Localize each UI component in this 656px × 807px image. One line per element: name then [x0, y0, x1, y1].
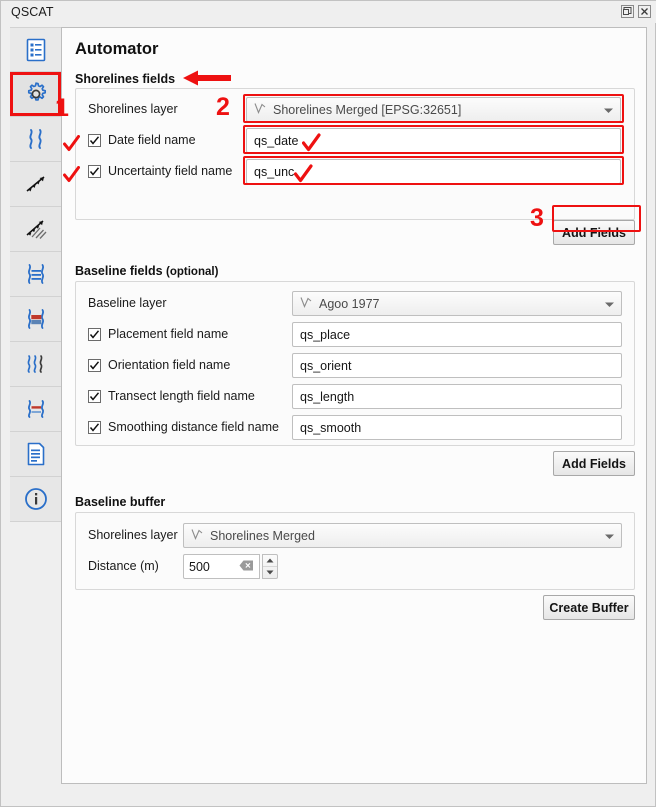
summary-report-icon [25, 442, 47, 466]
baseline-buffer-heading: Baseline buffer [75, 495, 166, 509]
line-layer-icon [299, 295, 313, 312]
baseline-fields-heading-optional: (optional) [166, 266, 219, 278]
buffer-shorelines-layer-row: Shorelines layer [88, 524, 178, 546]
placement-field-checkbox[interactable] [88, 327, 101, 341]
document-list-icon [25, 38, 47, 62]
line-layer-icon [190, 527, 204, 544]
shorelines-layer-row: Shorelines layer [88, 98, 178, 120]
gear-icon [23, 81, 49, 107]
sidebar-item-shorelines[interactable] [10, 117, 61, 162]
baseline-add-fields-button[interactable]: Add Fields [553, 451, 635, 476]
transect-length-field-input[interactable]: qs_length [292, 384, 622, 409]
line-layer-icon [253, 101, 267, 118]
orientation-field-input[interactable]: qs_orient [292, 353, 622, 378]
transects-icon [23, 217, 49, 241]
date-field-row: Date field name [88, 129, 196, 151]
panel-titlebar: QSCAT [1, 1, 656, 23]
baseline-fields-heading-text: Baseline fields [75, 264, 163, 278]
date-field-input[interactable]: qs_date [246, 128, 621, 153]
transect-length-field-label: Transect length field name [108, 389, 255, 403]
titlebar-buttons [621, 5, 651, 18]
sidebar-item-summary-report[interactable] [10, 432, 61, 477]
placement-field-input[interactable]: qs_place [292, 322, 622, 347]
sidebar-item-baseline[interactable] [10, 162, 61, 207]
orientation-field-value: qs_orient [300, 358, 352, 373]
stepper-up-icon[interactable] [263, 555, 277, 567]
sidebar-rail [10, 27, 61, 522]
placement-field-row: Placement field name [88, 323, 228, 345]
page-title: Automator [75, 40, 159, 58]
info-icon [23, 486, 49, 512]
smoothing-distance-field-label: Smoothing distance field name [108, 420, 279, 434]
orientation-field-checkbox[interactable] [88, 358, 101, 372]
smoothing-distance-field-input[interactable]: qs_smooth [292, 415, 622, 440]
float-icon[interactable] [621, 5, 634, 18]
visualization-icon [23, 397, 49, 421]
shoreline-change-icon [23, 262, 49, 286]
uncertainty-field-label: Uncertainty field name [108, 164, 233, 178]
baseline-layer-row: Baseline layer [88, 292, 167, 314]
transect-length-field-checkbox[interactable] [88, 389, 101, 403]
uncertainty-field-row: Uncertainty field name [88, 160, 232, 182]
chevron-down-icon [604, 529, 615, 543]
sidebar-item-transects[interactable] [10, 207, 61, 252]
shorelines-add-fields-button[interactable]: Add Fields [553, 220, 635, 245]
sidebar-item-shoreline-change[interactable] [10, 252, 61, 297]
shorelines-layer-combo[interactable]: Shorelines Merged [EPSG:32651] [246, 97, 621, 122]
date-field-label: Date field name [108, 133, 196, 147]
shorelines-fields-heading: Shorelines fields [75, 72, 176, 86]
forecasting-icon [23, 352, 49, 376]
uncertainty-field-value: qs_unc [254, 164, 295, 179]
buffer-shorelines-layer-combo[interactable]: Shorelines Merged [183, 523, 622, 548]
smoothing-distance-field-checkbox[interactable] [88, 420, 101, 434]
create-buffer-button[interactable]: Create Buffer [543, 595, 635, 620]
baseline-layer-combo[interactable]: Agoo 1977 [292, 291, 622, 316]
orientation-field-label: Orientation field name [108, 358, 231, 372]
baseline-icon [23, 172, 49, 196]
date-field-checkbox[interactable] [88, 133, 101, 147]
buffer-distance-row: Distance (m) [88, 555, 159, 577]
stepper-down-icon[interactable] [263, 567, 277, 578]
sidebar-item-automator[interactable] [10, 72, 61, 117]
baseline-fields-heading: Baseline fields (optional) [75, 264, 218, 278]
qscat-dock-panel: QSCAT Automator Shorelines fields Shorel… [0, 0, 656, 807]
buffer-shorelines-layer-value: Shorelines Merged [210, 528, 315, 543]
sidebar-item-visualization[interactable] [10, 387, 61, 432]
buffer-distance-label: Distance (m) [88, 559, 159, 573]
orientation-field-row: Orientation field name [88, 354, 230, 376]
clear-icon[interactable] [239, 560, 254, 574]
smoothing-distance-field-value: qs_smooth [300, 420, 362, 435]
chevron-down-icon [603, 103, 614, 117]
chevron-down-icon [604, 297, 615, 311]
buffer-distance-value: 500 [189, 559, 210, 574]
shorelines-layer-label: Shorelines layer [88, 102, 178, 116]
date-field-value: qs_date [254, 133, 299, 148]
baseline-layer-value: Agoo 1977 [319, 296, 380, 311]
sidebar-item-summary-reports[interactable] [10, 27, 61, 72]
buffer-distance-spinbox[interactable]: 500 [183, 554, 278, 579]
uncertainty-field-input[interactable]: qs_unc [246, 159, 621, 184]
baseline-layer-label: Baseline layer [88, 296, 167, 310]
close-icon[interactable] [638, 5, 651, 18]
area-change-icon [23, 307, 49, 331]
shorelines-icon [23, 127, 49, 151]
buffer-distance-stepper[interactable] [262, 554, 278, 579]
smoothing-distance-field-row: Smoothing distance field name [88, 416, 279, 438]
shorelines-layer-value: Shorelines Merged [EPSG:32651] [273, 102, 462, 117]
placement-field-label: Placement field name [108, 327, 229, 341]
panel-title: QSCAT [11, 5, 54, 19]
buffer-distance-field[interactable]: 500 [183, 554, 260, 579]
placement-field-value: qs_place [300, 327, 351, 342]
sidebar-item-forecasting[interactable] [10, 342, 61, 387]
transect-length-field-value: qs_length [300, 389, 355, 404]
sidebar-item-about[interactable] [10, 477, 61, 522]
buffer-shorelines-layer-label: Shorelines layer [88, 528, 178, 542]
sidebar-item-area-change[interactable] [10, 297, 61, 342]
automator-panel: Automator Shorelines fields Shorelines l… [61, 27, 647, 784]
uncertainty-field-checkbox[interactable] [88, 164, 101, 178]
transect-length-field-row: Transect length field name [88, 385, 255, 407]
